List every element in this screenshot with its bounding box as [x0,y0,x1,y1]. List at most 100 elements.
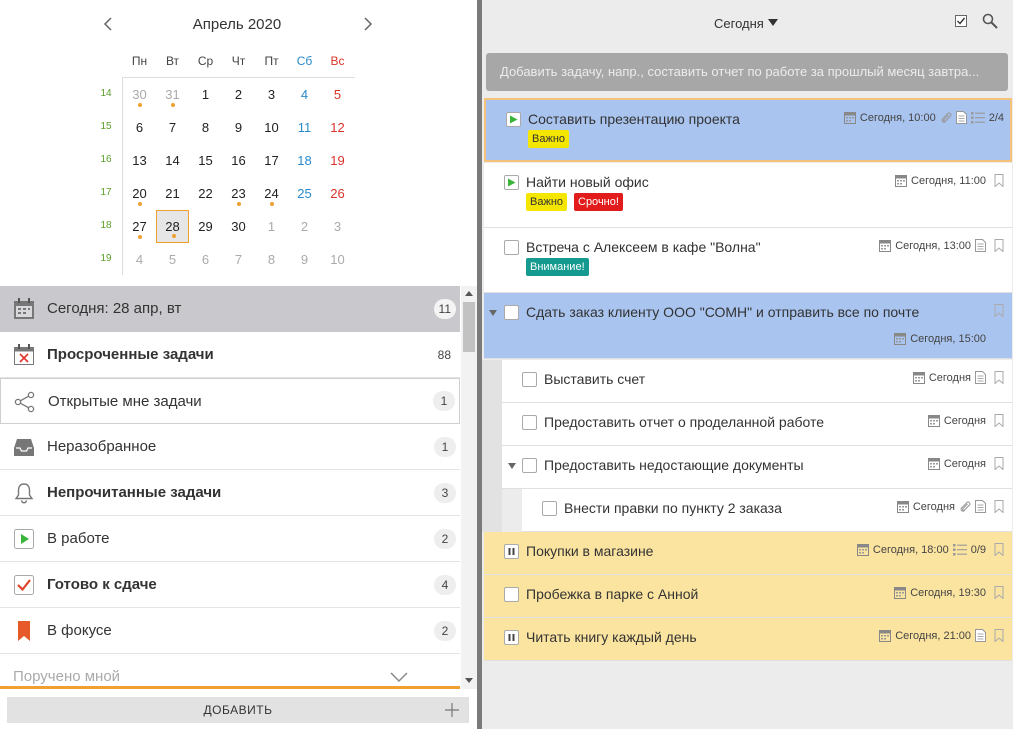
calendar-day[interactable]: 10 [321,243,354,276]
nav-more-section[interactable]: Поручено мной [0,654,460,685]
bookmark-icon[interactable] [994,500,1004,513]
calendar-day[interactable]: 16 [222,144,255,177]
calendar-day[interactable]: 25 [288,177,321,210]
calendar-day[interactable]: 9 [222,111,255,144]
bookmark-icon[interactable] [994,304,1004,317]
task-checkbox[interactable] [504,240,519,255]
calendar-day[interactable]: 7 [222,243,255,276]
bookmark-icon[interactable] [994,174,1004,187]
calendar-day[interactable]: 23 [222,177,255,210]
task-checkbox[interactable] [504,305,519,320]
calendar-day[interactable]: 14 [156,144,189,177]
calendar-day[interactable]: 5 [156,243,189,276]
calendar-day[interactable]: 6 [189,243,222,276]
calendar-day[interactable]: 15 [189,144,222,177]
calendar-day[interactable]: 5 [321,78,354,111]
calendar-day[interactable]: 8 [255,243,288,276]
bookmark-icon[interactable] [994,629,1004,642]
task-row[interactable]: Пробежка в парке с Анной Сегодня, 19:30 [484,575,1012,618]
calendar-day[interactable]: 6 [123,111,156,144]
task-start-button[interactable] [506,112,521,127]
calendar-day[interactable]: 22 [189,177,222,210]
calendar-day-today[interactable]: 28 [156,210,189,243]
task-checkbox[interactable] [542,501,557,516]
calendar-day[interactable]: 3 [321,210,354,243]
calendar-day[interactable]: 17 [255,144,288,177]
bookmark-icon[interactable] [994,543,1004,556]
expand-caret-icon[interactable] [508,463,516,469]
chevron-down-icon[interactable] [389,670,409,684]
calendar-day[interactable]: 4 [123,243,156,276]
task-row[interactable]: Найти новый офис Сегодня, 11:00 Важно Срочн… [484,163,1012,228]
calendar-day[interactable]: 2 [288,210,321,243]
task-row[interactable]: Встреча с Алексеем в кафе "Волна" Сегодня… [484,228,1012,293]
nav-scrollbar[interactable] [461,286,477,689]
calendar-day[interactable]: 20 [123,177,156,210]
calendar-day[interactable]: 26 [321,177,354,210]
calendar-day[interactable]: 7 [156,111,189,144]
calendar-day[interactable]: 30 [222,210,255,243]
calendar-day[interactable]: 19 [321,144,354,177]
task-checkbox[interactable] [522,415,537,430]
calendar-day[interactable]: 10 [255,111,288,144]
task-start-button[interactable] [504,175,519,190]
calendar-day[interactable]: 31 [156,78,189,111]
date-filter-dropdown[interactable]: Сегодня [714,16,778,31]
task-checkbox[interactable] [522,372,537,387]
calendar-day[interactable]: 24 [255,177,288,210]
task-checkbox[interactable] [504,587,519,602]
task-tag[interactable]: Срочно! [574,193,623,211]
task-tag[interactable]: Внимание! [526,258,589,276]
task-checkbox[interactable] [522,458,537,473]
add-task-input[interactable]: Добавить задачу, напр., составить отчет … [486,53,1008,91]
task-pause-button[interactable] [504,630,519,645]
nav-item[interactable]: В фокусе 2 [0,608,460,654]
nav-item[interactable]: Непрочитанные задачи 3 [0,470,460,516]
task-row[interactable]: Выставить счет Сегодня [502,360,1012,403]
checkbox-toggle-icon[interactable] [955,15,967,27]
calendar-day[interactable]: 13 [123,144,156,177]
calendar-prev-button[interactable] [96,12,120,36]
task-row[interactable]: Предоставить отчет о проделанной работе С… [502,403,1012,446]
calendar-day[interactable]: 21 [156,177,189,210]
task-row[interactable]: Покупки в магазине Сегодня, 18:00 0/9 [484,532,1012,575]
bookmark-icon[interactable] [994,239,1004,252]
task-row[interactable]: Сдать заказ клиенту ООО "СОМН" и отправи… [484,293,1012,359]
calendar-next-button[interactable] [356,12,380,36]
task-row[interactable]: Внести правки по пункту 2 заказа Сегодня [522,489,1012,532]
nav-item[interactable]: Просроченные задачи 88 [0,332,460,378]
bookmark-icon[interactable] [994,457,1004,470]
bookmark-icon[interactable] [994,414,1004,427]
task-row[interactable]: Предоставить недостающие документы Сегодн… [502,446,1012,489]
calendar-day[interactable]: 9 [288,243,321,276]
nav-item[interactable]: Готово к сдаче 4 [0,562,460,608]
calendar-day[interactable]: 18 [288,144,321,177]
scroll-down-button[interactable] [461,674,477,688]
nav-item[interactable]: Сегодня: 28 апр, вт 11 [0,286,460,332]
bookmark-icon[interactable] [994,371,1004,384]
calendar-day[interactable]: 29 [189,210,222,243]
task-tag[interactable]: Важно [526,193,568,211]
calendar-day[interactable]: 1 [255,210,288,243]
calendar-day[interactable]: 27 [123,210,156,243]
search-icon[interactable] [982,13,998,29]
add-button[interactable]: ДОБАВИТЬ [7,697,469,723]
expand-caret-icon[interactable] [489,310,497,316]
calendar-day[interactable]: 11 [288,111,321,144]
calendar-day[interactable]: 4 [288,78,321,111]
calendar-day[interactable]: 8 [189,111,222,144]
nav-item[interactable]: Неразобранное 1 [0,424,460,470]
nav-item[interactable]: Открытые мне задачи 1 [0,378,460,424]
task-row[interactable]: Читать книгу каждый день Сегодня, 21:00 [484,618,1012,661]
calendar-day[interactable]: 2 [222,78,255,111]
calendar-day[interactable]: 12 [321,111,354,144]
task-pause-button[interactable] [504,544,519,559]
task-tag[interactable]: Важно [528,130,570,148]
calendar-day[interactable]: 1 [189,78,222,111]
task-row[interactable]: Составить презентацию проекта Сегодня, 10… [484,98,1012,162]
nav-item[interactable]: В работе 2 [0,516,460,562]
bookmark-icon[interactable] [994,586,1004,599]
scroll-up-button[interactable] [461,286,477,300]
calendar-day[interactable]: 3 [255,78,288,111]
scroll-thumb[interactable] [463,302,475,352]
